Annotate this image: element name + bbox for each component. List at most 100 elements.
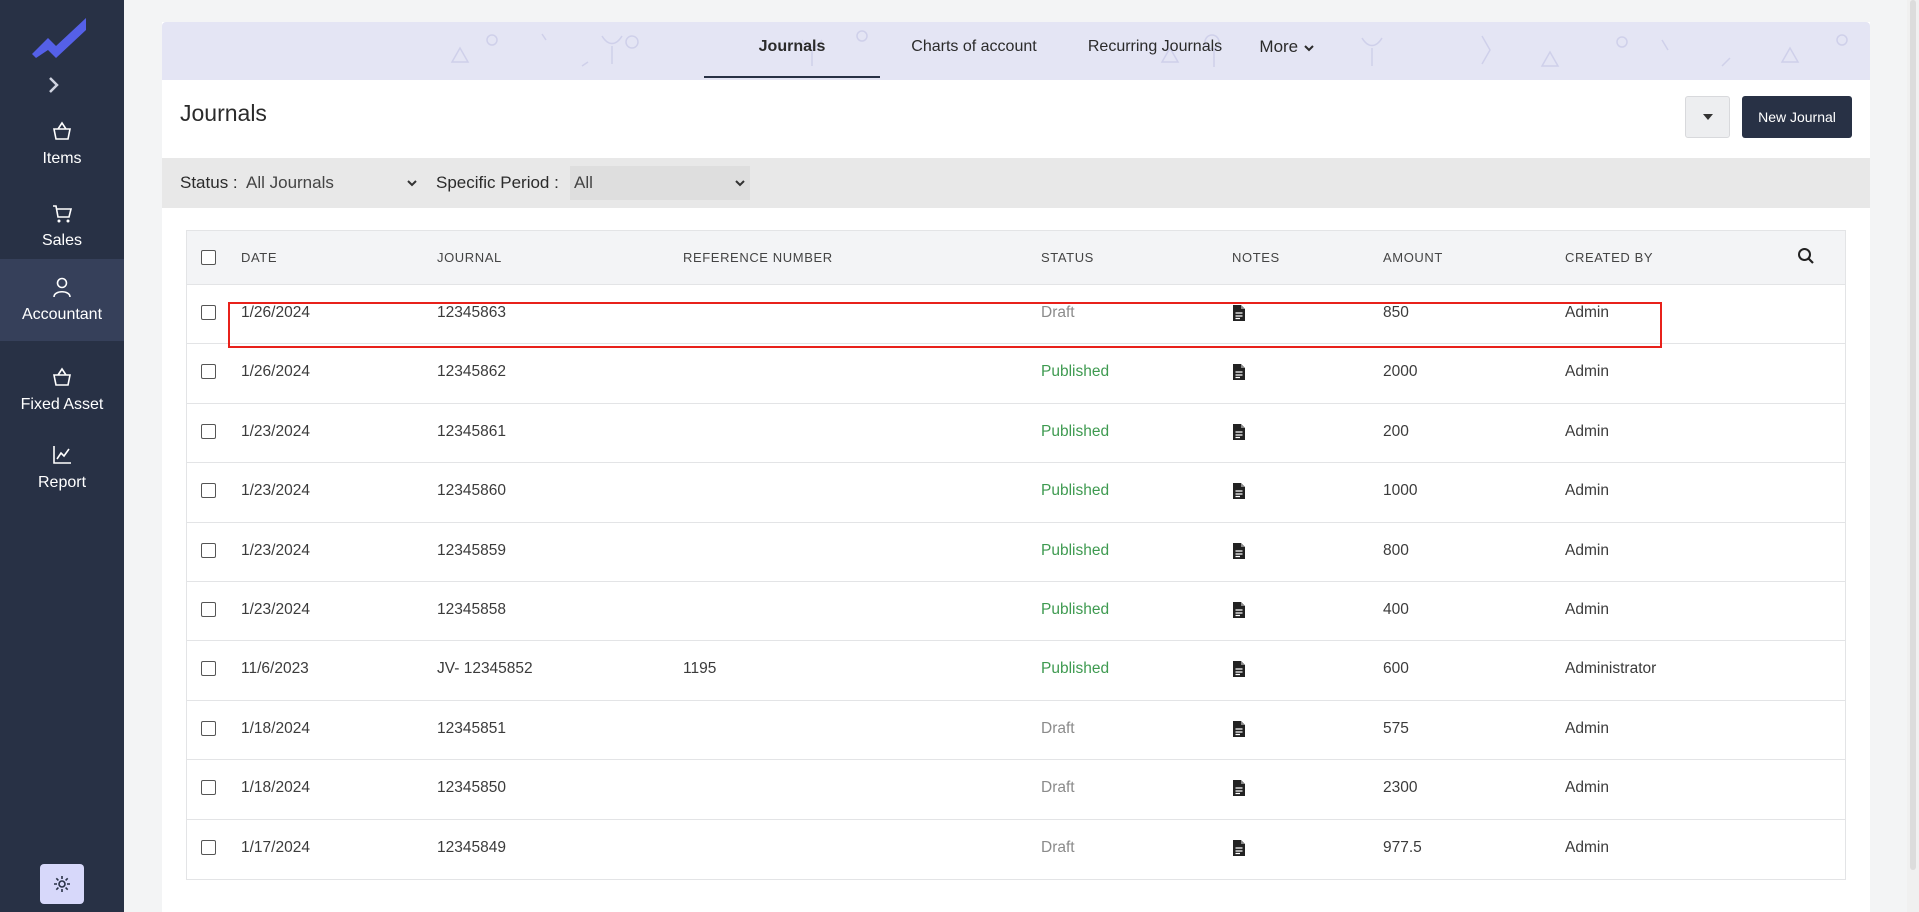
header-status[interactable]: STATUS	[1041, 250, 1094, 265]
tab-charts-of-account[interactable]: Charts of account	[894, 22, 1054, 78]
app-logo-icon[interactable]	[30, 14, 90, 58]
cell-date: 1/26/2024	[241, 363, 310, 381]
table-row[interactable]: 1/23/2024 12345858 Published 400 Admin	[187, 582, 1845, 642]
cell-created-by: Admin	[1565, 779, 1609, 797]
cell-created-by: Admin	[1565, 422, 1609, 440]
cell-amount: 800	[1383, 541, 1409, 559]
row-checkbox[interactable]	[201, 483, 216, 499]
header-reference-number[interactable]: REFERENCE NUMBER	[683, 250, 833, 265]
cell-journal[interactable]: 12345850	[437, 779, 506, 797]
cell-journal[interactable]: 12345859	[437, 542, 506, 560]
cell-amount: 200	[1383, 422, 1409, 440]
sidebar-item-sales[interactable]: Sales	[0, 186, 124, 266]
cell-created-by: Admin	[1565, 304, 1609, 321]
header-notes[interactable]: NOTES	[1232, 250, 1280, 265]
cell-date: 1/18/2024	[241, 779, 310, 797]
cell-amount: 2000	[1383, 363, 1418, 381]
row-checkbox[interactable]	[201, 542, 216, 558]
cell-journal[interactable]: 12345863	[437, 304, 506, 322]
row-checkbox[interactable]	[201, 423, 216, 439]
row-checkbox[interactable]	[201, 780, 216, 796]
cell-date: 1/23/2024	[241, 600, 310, 618]
sidebar-item-items[interactable]: Items	[0, 104, 124, 184]
row-checkbox[interactable]	[201, 601, 216, 617]
cell-date: 1/26/2024	[241, 304, 310, 321]
cell-journal[interactable]: 12345861	[437, 423, 506, 441]
sidebar-item-label: Accountant	[21, 306, 103, 323]
chevron-down-icon	[407, 180, 417, 187]
note-document-icon[interactable]	[1232, 304, 1246, 322]
table-row[interactable]: 1/23/2024 12345860 Published 1000 Admin	[187, 463, 1845, 523]
status-filter-select[interactable]: All Journals	[246, 166, 422, 200]
note-document-icon[interactable]	[1232, 720, 1246, 738]
note-document-icon[interactable]	[1232, 482, 1246, 500]
cell-amount: 1000	[1383, 482, 1418, 500]
table-header: DATE JOURNAL REFERENCE NUMBER STATUS NOT…	[187, 231, 1845, 285]
scrollbar-thumb[interactable]	[1910, 0, 1916, 870]
settings-button[interactable]	[40, 864, 84, 904]
cart-icon	[53, 205, 73, 223]
header-date[interactable]: DATE	[241, 250, 277, 265]
cell-amount: 600	[1383, 660, 1409, 678]
new-journal-button[interactable]: New Journal	[1742, 96, 1852, 138]
sidebar: Items Sales Accountant Fixed Asset Repor…	[0, 0, 124, 912]
chevron-right-icon[interactable]	[44, 76, 62, 94]
cell-date: 1/17/2024	[241, 838, 310, 856]
cell-journal[interactable]: JV- 12345852	[437, 660, 533, 678]
cell-status: Published	[1041, 363, 1110, 381]
row-checkbox[interactable]	[201, 720, 216, 736]
sidebar-item-report[interactable]: Report	[0, 428, 124, 508]
filter-bar: Status : All Journals Specific Period : …	[162, 158, 1870, 208]
page-scrollbar[interactable]	[1907, 0, 1919, 912]
note-document-icon[interactable]	[1232, 660, 1246, 678]
note-document-icon[interactable]	[1232, 601, 1246, 619]
select-all-checkbox[interactable]	[201, 250, 216, 265]
table-row[interactable]: 11/6/2023 JV- 12345852 1195 Published 600 Adm…	[187, 641, 1845, 701]
cell-journal[interactable]: 12345858	[437, 601, 506, 619]
cell-amount: 2300	[1383, 779, 1418, 797]
main-panel: Journals Charts of account Recurring Jou…	[162, 22, 1870, 912]
sidebar-item-fixed-asset[interactable]: Fixed Asset	[0, 350, 124, 430]
period-filter-select[interactable]: All	[570, 166, 750, 200]
note-document-icon[interactable]	[1232, 839, 1246, 857]
cell-amount: 977.5	[1383, 838, 1422, 856]
journals-table: DATE JOURNAL REFERENCE NUMBER STATUS NOT…	[186, 230, 1846, 880]
note-document-icon[interactable]	[1232, 542, 1246, 560]
cell-amount: 850	[1383, 304, 1409, 321]
header-amount[interactable]: AMOUNT	[1383, 250, 1443, 265]
table-row[interactable]: 1/18/2024 12345851 Draft 575 Admin	[187, 701, 1845, 761]
tab-more[interactable]: More	[1252, 22, 1322, 78]
sidebar-item-label: Items	[42, 150, 82, 167]
search-icon[interactable]	[1797, 247, 1815, 265]
cell-journal[interactable]: 12345860	[437, 482, 506, 500]
cell-journal[interactable]: 12345851	[437, 720, 506, 738]
page-title: Journals	[180, 100, 267, 126]
cell-created-by: Admin	[1565, 838, 1609, 856]
table-row[interactable]: 1/17/2024 12345849 Draft 977.5 Admin	[187, 820, 1845, 879]
table-row[interactable]: 1/23/2024 12345859 Published 800 Admin	[187, 523, 1845, 582]
chart-icon	[53, 446, 71, 464]
header-journal[interactable]: JOURNAL	[437, 250, 502, 265]
caret-down-icon	[1702, 114, 1713, 120]
row-checkbox[interactable]	[201, 839, 216, 855]
tab-recurring-journals[interactable]: Recurring Journals	[1070, 22, 1240, 78]
header-created-by[interactable]: CREATED BY	[1565, 250, 1653, 265]
note-document-icon[interactable]	[1232, 779, 1246, 797]
table-row[interactable]: 1/26/2024 12345863 Draft 850 Admin	[187, 285, 1845, 345]
cell-created-by: Admin	[1565, 482, 1609, 500]
table-row[interactable]: 1/23/2024 12345861 Published 200 Admin	[187, 404, 1845, 464]
cell-journal[interactable]: 12345849	[437, 839, 506, 857]
table-row[interactable]: 1/26/2024 12345862 Published 2000 Admin	[187, 344, 1845, 404]
cell-created-by: Admin	[1565, 363, 1609, 381]
table-row[interactable]: 1/18/2024 12345850 Draft 2300 Admin	[187, 760, 1845, 820]
cell-journal[interactable]: 12345862	[437, 363, 506, 381]
row-checkbox[interactable]	[201, 364, 216, 380]
row-checkbox[interactable]	[201, 305, 216, 320]
row-checkbox[interactable]	[201, 661, 216, 677]
note-document-icon[interactable]	[1232, 423, 1246, 441]
tab-journals[interactable]: Journals	[704, 22, 880, 78]
user-icon	[53, 277, 71, 298]
sidebar-item-accountant[interactable]: Accountant	[0, 259, 124, 341]
note-document-icon[interactable]	[1232, 363, 1246, 381]
options-dropdown-button[interactable]	[1685, 96, 1730, 138]
